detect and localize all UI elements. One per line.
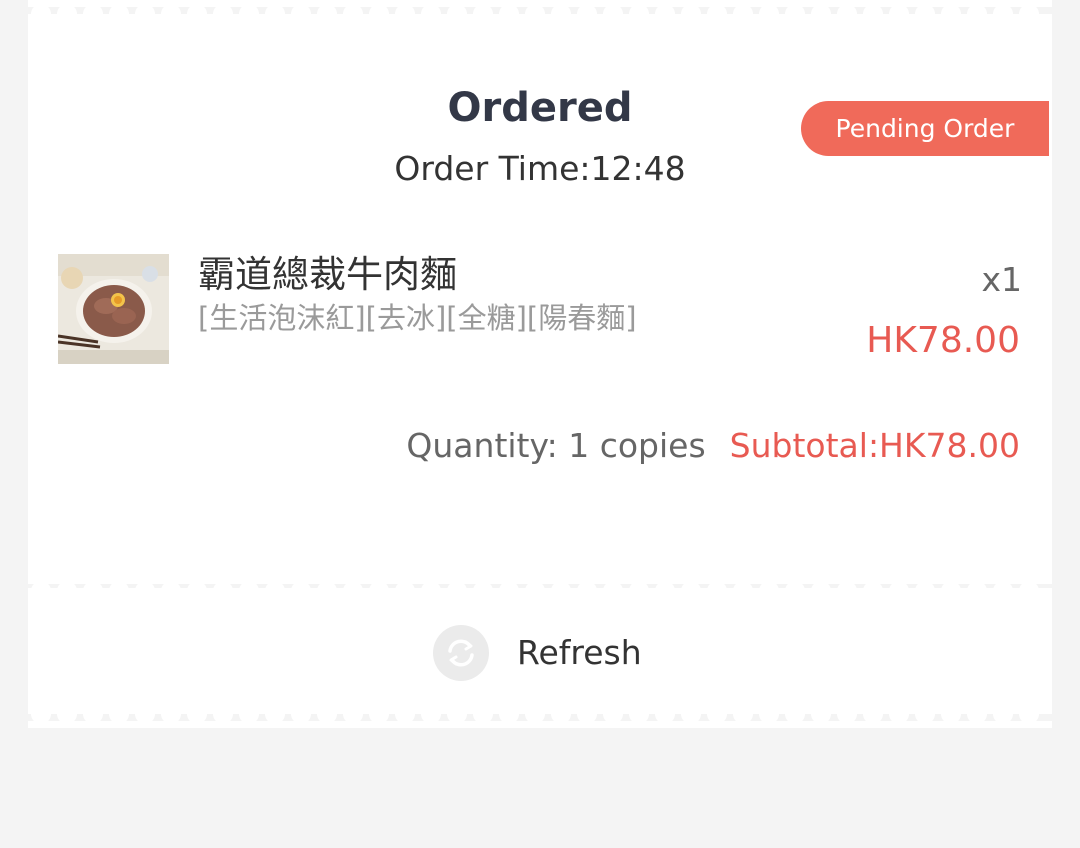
order-detail-screen: Ordered Order Time:12:48 Pending Order 霸…: [0, 0, 1080, 848]
refresh-label: Refresh: [517, 633, 642, 672]
subtotal-summary: Subtotal:HK78.00: [729, 426, 1020, 465]
refresh-button[interactable]: Refresh: [433, 624, 642, 682]
quantity-summary: Quantity: 1 copies: [406, 426, 706, 465]
order-summary: Quantity: 1 copies Subtotal:HK78.00: [406, 424, 1020, 468]
item-name: 霸道總裁牛肉麵: [198, 253, 457, 296]
refresh-icon: [433, 625, 489, 681]
item-quantity: x1: [981, 260, 1022, 299]
item-options: [生活泡沫紅][去冰][全糖][陽春麵]: [198, 301, 637, 335]
item-price: HK78.00: [866, 320, 1020, 361]
ticket-bottom-edge: [28, 714, 1052, 728]
item-image: [58, 254, 169, 364]
ticket-top-edge: [28, 0, 1052, 14]
beef-noodle-photo-icon: [58, 254, 169, 364]
status-badge: Pending Order: [801, 101, 1049, 156]
